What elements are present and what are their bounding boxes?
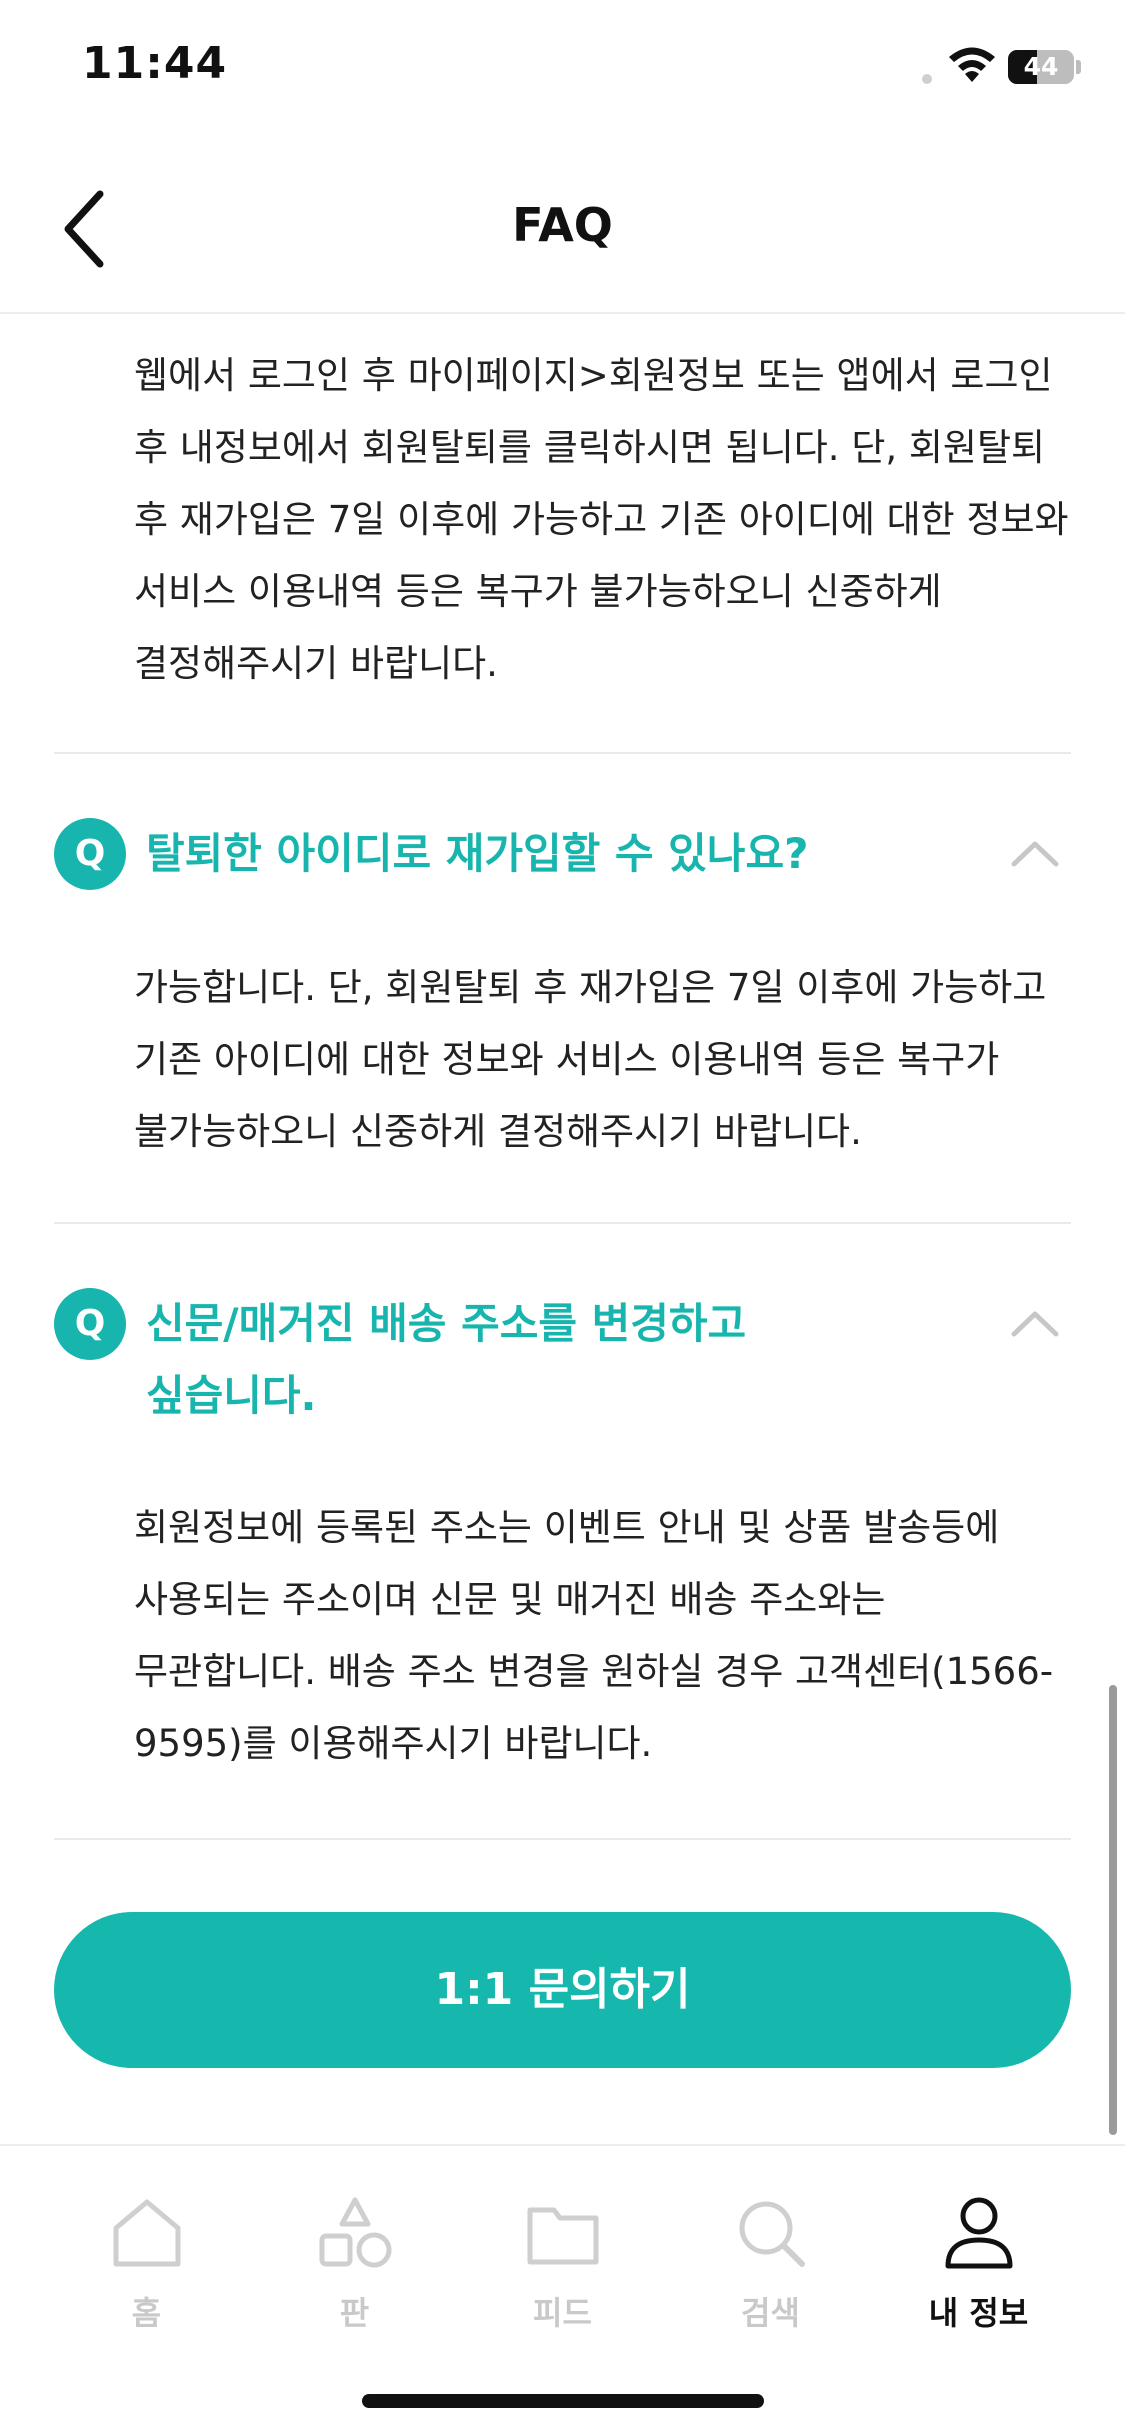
search-icon [739, 2201, 805, 2267]
shapes-icon [319, 2197, 392, 2268]
faq-divider [54, 752, 1071, 754]
faq-question-3[interactable]: 신문/매거진 배송 주소를 변경하고 싶습니다. [146, 1288, 886, 1432]
tab-home[interactable]: 홈 [42, 2146, 251, 2336]
q-badge: Q [54, 1288, 126, 1360]
home-indicator [362, 2394, 764, 2408]
faq-divider [54, 1838, 1071, 1840]
faq-divider [54, 1222, 1071, 1224]
status-time: 11:44 [82, 38, 228, 89]
faq-answer-1: 웹에서 로그인 후 마이페이지>회원정보 또는 앱에서 로그인 후 내정보에서 … [134, 354, 1069, 685]
tab-label: 내 정보 [928, 2294, 1029, 2332]
inquiry-button[interactable]: 1:1 문의하기 [54, 1912, 1071, 2068]
nav-header: FAQ [0, 140, 1125, 314]
faq-answer-2: 가능합니다. 단, 회원탈퇴 후 재가입은 7일 이후에 가능하고 기존 아이디… [134, 966, 1047, 1153]
privacy-dot-icon [922, 74, 932, 84]
tab-label: 검색 [741, 2294, 800, 2332]
battery-icon: 44 [1008, 50, 1074, 84]
status-bar: 11:44 44 [0, 0, 1125, 140]
tab-label: 판 [339, 2294, 370, 2332]
q-badge: Q [54, 818, 126, 890]
faq-answer-3: 회원정보에 등록된 주소는 이벤트 안내 및 상품 발송등에 사용되는 주소이며… [134, 1506, 1054, 1765]
battery-level: 44 [1023, 52, 1059, 81]
tab-my-info[interactable]: 내 정보 [874, 2146, 1083, 2336]
wifi-icon [949, 47, 995, 82]
tab-label: 피드 [533, 2294, 592, 2332]
tab-pan[interactable]: 판 [250, 2146, 459, 2336]
user-icon [945, 2197, 1013, 2269]
faq-question-2[interactable]: 탈퇴한 아이디로 재가입할 수 있나요? [146, 818, 926, 890]
faq-content[interactable]: 웹에서 로그인 후 마이페이지>회원정보 또는 앱에서 로그인 후 내정보에서 … [0, 316, 1125, 2144]
tab-search[interactable]: 검색 [666, 2146, 875, 2336]
scrollbar[interactable] [1109, 1685, 1117, 2135]
page-title: FAQ [512, 198, 613, 252]
tab-feed[interactable]: 피드 [458, 2146, 667, 2336]
tab-label: 홈 [131, 2294, 162, 2332]
home-icon [113, 2199, 181, 2267]
chevron-up-icon[interactable] [1008, 836, 1062, 870]
battery-tip [1076, 60, 1081, 74]
folder-icon [527, 2207, 599, 2265]
chevron-up-icon[interactable] [1008, 1306, 1062, 1340]
tab-bar: 홈 판 피드 검색 내 정보 [0, 2144, 1125, 2436]
